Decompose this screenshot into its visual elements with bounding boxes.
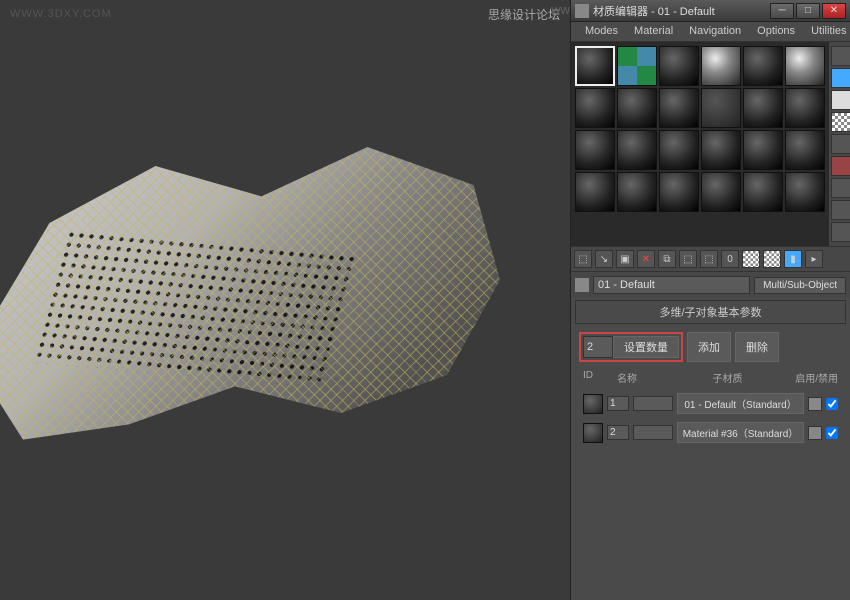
menubar: Modes Material Navigation Options Utilit… bbox=[571, 22, 850, 42]
material-editor-window: 材质编辑器 - 01 - Default ─ □ ✕ Modes Materia… bbox=[570, 0, 850, 600]
material-map-navigator-icon[interactable] bbox=[831, 222, 850, 242]
get-material-icon[interactable]: ⬚ bbox=[574, 250, 592, 268]
header-id: ID bbox=[583, 370, 613, 385]
make-copy-icon[interactable]: ⧉ bbox=[658, 250, 676, 268]
select-by-material-icon[interactable] bbox=[831, 200, 850, 220]
header-name: 名称 bbox=[617, 370, 667, 385]
material-slot-5[interactable] bbox=[743, 46, 783, 86]
close-button[interactable]: ✕ bbox=[822, 3, 846, 19]
titlebar[interactable]: 材质编辑器 - 01 - Default ─ □ ✕ bbox=[571, 0, 850, 22]
material-slot-15[interactable] bbox=[659, 130, 699, 170]
video-color-icon[interactable] bbox=[831, 134, 850, 154]
header-enable: 启用/禁用 bbox=[788, 370, 838, 385]
maximize-button[interactable]: □ bbox=[796, 3, 820, 19]
material-slot-12[interactable] bbox=[785, 88, 825, 128]
watermark-topright: 思缘设计论坛 bbox=[488, 6, 560, 23]
app-icon bbox=[575, 4, 589, 18]
row-name-input[interactable] bbox=[633, 396, 673, 411]
options-icon[interactable] bbox=[831, 178, 850, 198]
sample-uv-icon[interactable] bbox=[831, 112, 850, 132]
put-to-scene-icon[interactable]: ↘ bbox=[595, 250, 613, 268]
assign-to-selection-icon[interactable]: ▣ bbox=[616, 250, 634, 268]
material-slot-23[interactable] bbox=[743, 172, 783, 212]
background-icon[interactable] bbox=[831, 90, 850, 110]
material-slot-2[interactable] bbox=[617, 46, 657, 86]
menu-options[interactable]: Options bbox=[749, 22, 803, 41]
row-preview-icon[interactable] bbox=[583, 394, 603, 414]
material-slot-16[interactable] bbox=[701, 130, 741, 170]
material-slot-22[interactable] bbox=[701, 172, 741, 212]
rollout-body: 设置数量 添加 删除 ID 名称 子材质 启用/禁用 01 - Default（… bbox=[571, 326, 850, 451]
material-slot-9[interactable] bbox=[659, 88, 699, 128]
count-input[interactable] bbox=[583, 336, 613, 358]
minimize-button[interactable]: ─ bbox=[770, 3, 794, 19]
material-name-row: Multi/Sub-Object bbox=[571, 272, 850, 298]
material-slot-1[interactable] bbox=[575, 46, 615, 86]
menu-navigation[interactable]: Navigation bbox=[681, 22, 749, 41]
menu-modes[interactable]: Modes bbox=[577, 22, 626, 41]
material-slot-14[interactable] bbox=[617, 130, 657, 170]
row-id-input[interactable] bbox=[607, 425, 629, 440]
row-color-swatch[interactable] bbox=[808, 426, 822, 440]
material-slot-24[interactable] bbox=[785, 172, 825, 212]
material-slot-6[interactable] bbox=[785, 46, 825, 86]
material-slot-7[interactable] bbox=[575, 88, 615, 128]
material-type-button[interactable]: Multi/Sub-Object bbox=[754, 277, 846, 294]
material-slot-4[interactable] bbox=[701, 46, 741, 86]
sub-material-row: Material #36（Standard） bbox=[579, 420, 842, 445]
header-submaterial: 子材质 bbox=[671, 370, 784, 385]
show-end-result-icon[interactable] bbox=[763, 250, 781, 268]
material-slot-21[interactable] bbox=[659, 172, 699, 212]
horizontal-toolbar: ⬚ ↘ ▣ ✕ ⧉ ⬚ ⬚ 0 ▮ ▸ bbox=[571, 246, 850, 272]
sample-type-icon[interactable] bbox=[831, 46, 850, 66]
material-slot-20[interactable] bbox=[617, 172, 657, 212]
delete-button[interactable]: 删除 bbox=[735, 332, 779, 362]
window-title: 材质编辑器 - 01 - Default bbox=[593, 3, 770, 19]
row-name-input[interactable] bbox=[633, 425, 673, 440]
sub-material-list-header: ID 名称 子材质 启用/禁用 bbox=[579, 368, 842, 387]
backlight-icon[interactable] bbox=[831, 68, 850, 88]
reset-map-icon[interactable]: ✕ bbox=[637, 250, 655, 268]
make-unique-icon[interactable]: ⬚ bbox=[679, 250, 697, 268]
row-id-input[interactable] bbox=[607, 396, 629, 411]
viewport[interactable]: WWW.3DXY.COM bbox=[0, 0, 570, 600]
go-forward-icon[interactable]: ▸ bbox=[805, 250, 823, 268]
pick-material-icon[interactable] bbox=[575, 278, 589, 292]
row-material-button[interactable]: Material #36（Standard） bbox=[677, 422, 804, 443]
material-slot-19[interactable] bbox=[575, 172, 615, 212]
mesh-object[interactable] bbox=[0, 90, 500, 470]
sub-material-row: 01 - Default（Standard） bbox=[579, 391, 842, 416]
material-sample-grid bbox=[571, 42, 829, 246]
material-slot-18[interactable] bbox=[785, 130, 825, 170]
menu-utilities[interactable]: Utilities bbox=[803, 22, 850, 41]
rollout-header[interactable]: 多维/子对象基本参数 bbox=[575, 300, 846, 324]
add-button[interactable]: 添加 bbox=[687, 332, 731, 362]
make-preview-icon[interactable] bbox=[831, 156, 850, 176]
row-color-swatch[interactable] bbox=[808, 397, 822, 411]
material-slot-10[interactable] bbox=[701, 88, 741, 128]
material-name-input[interactable] bbox=[593, 276, 750, 294]
material-slot-3[interactable] bbox=[659, 46, 699, 86]
material-id-icon[interactable]: 0 bbox=[721, 250, 739, 268]
side-toolbar bbox=[829, 42, 850, 246]
row-preview-icon[interactable] bbox=[583, 423, 603, 443]
row-enable-checkbox[interactable] bbox=[826, 398, 838, 410]
put-to-library-icon[interactable]: ⬚ bbox=[700, 250, 718, 268]
menu-material[interactable]: Material bbox=[626, 22, 681, 41]
material-slot-11[interactable] bbox=[743, 88, 783, 128]
highlight-set-number: 设置数量 bbox=[579, 332, 683, 362]
material-slot-17[interactable] bbox=[743, 130, 783, 170]
watermark-topleft: WWW.3DXY.COM bbox=[10, 8, 112, 20]
row-material-button[interactable]: 01 - Default（Standard） bbox=[677, 393, 804, 414]
material-slot-13[interactable] bbox=[575, 130, 615, 170]
go-to-parent-icon[interactable]: ▮ bbox=[784, 250, 802, 268]
row-enable-checkbox[interactable] bbox=[826, 427, 838, 439]
material-slot-8[interactable] bbox=[617, 88, 657, 128]
set-number-button[interactable]: 设置数量 bbox=[613, 336, 679, 358]
show-map-icon[interactable] bbox=[742, 250, 760, 268]
